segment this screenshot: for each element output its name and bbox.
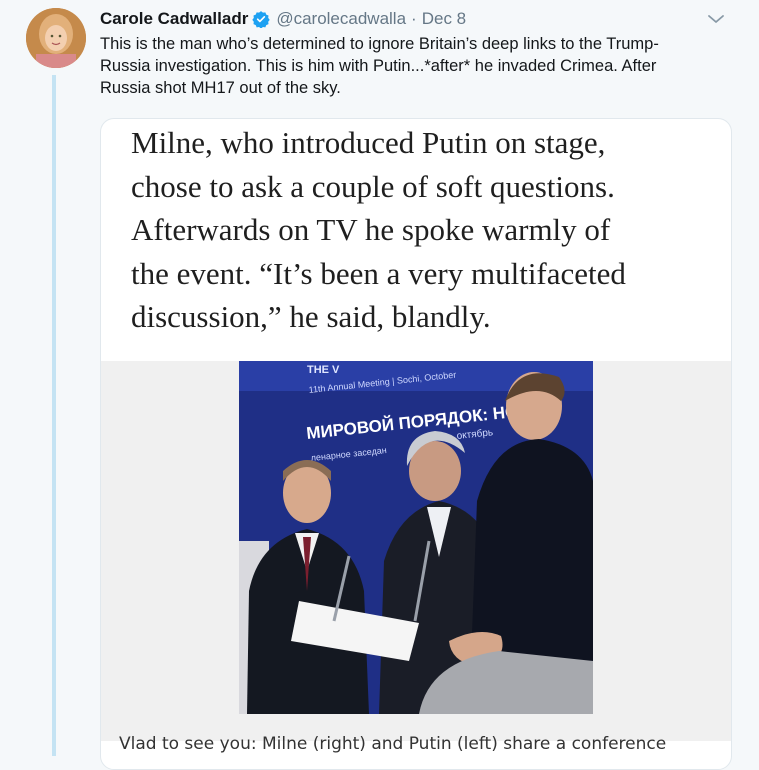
media-card[interactable]: Milne, who introduced Putin on stage, ch… [100, 118, 732, 770]
photo-caption: Vlad to see you: Milne (right) and Putin… [119, 734, 667, 754]
display-name[interactable]: Carole Cadwalladr [100, 9, 248, 29]
tweet[interactable]: Carole Cadwalladr @carolecadwalla · Dec … [0, 0, 759, 770]
news-photo[interactable]: THE V 11th Annual Meeting | Sochi, Octob… [239, 361, 593, 714]
tweet-date[interactable]: Dec 8 [422, 9, 466, 29]
quoted-article-text: Milne, who introduced Putin on stage, ch… [131, 125, 626, 334]
thread-line [52, 75, 56, 756]
avatar[interactable] [26, 8, 86, 68]
chevron-down-icon[interactable] [706, 10, 726, 28]
separator-dot: · [411, 9, 417, 28]
tweet-text: This is the man who’s determined to igno… [100, 35, 659, 97]
user-handle[interactable]: @carolecadwalla [276, 9, 406, 29]
tweet-header: Carole Cadwalladr @carolecadwalla · Dec … [100, 8, 466, 30]
banner-line1: THE V [307, 364, 340, 376]
verified-badge-icon [252, 10, 271, 29]
photo-area: THE V 11th Annual Meeting | Sochi, Octob… [101, 361, 731, 741]
